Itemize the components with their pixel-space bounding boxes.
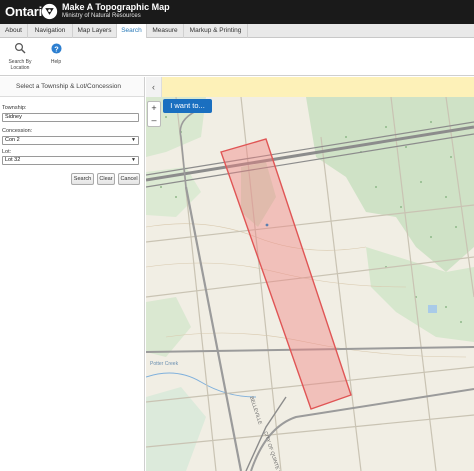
concession-label: Concession: (2, 128, 33, 134)
tab-navigation[interactable]: Navigation (28, 24, 73, 38)
panel-title: Select a Township & Lot/Concession (0, 77, 144, 97)
clear-button[interactable]: Clear (97, 173, 115, 185)
water-body (428, 305, 437, 313)
ribbon-toolbar: Search By Location ? Help (0, 38, 474, 76)
i-want-to-bar (162, 77, 474, 97)
app-window: Ontario Make A Topographic Map Ministry … (0, 0, 474, 471)
help-icon: ? (50, 43, 62, 54)
zoom-out-button[interactable]: – (148, 114, 160, 126)
lot-select[interactable]: Lot 32 ▼ (2, 156, 139, 165)
lot-label: Lot: (2, 149, 12, 155)
lot-value: Lot 32 (5, 157, 21, 163)
magnifier-icon (14, 42, 26, 54)
tab-about[interactable]: About (0, 24, 28, 38)
map-canvas: CITY OF QUINTE WEST BELLEVILLE Potter Cr… (146, 97, 474, 471)
i-want-to-button[interactable]: I want to... (163, 99, 212, 113)
search-by-location-button[interactable]: Search By Location (6, 41, 34, 71)
concession-value: Con 2 (5, 137, 20, 143)
topographic-map[interactable]: CITY OF QUINTE WEST BELLEVILLE Potter Cr… (146, 97, 474, 471)
collapse-panel-button[interactable]: ‹ (146, 77, 162, 97)
app-title: Make A Topographic Map (62, 2, 170, 12)
search-button[interactable]: Search (71, 173, 94, 185)
tab-bar: About Navigation Map Layers Search Measu… (0, 24, 474, 39)
app-subtitle: Ministry of Natural Resources (62, 13, 141, 19)
creek-label: Potter Creek (150, 361, 179, 367)
township-input[interactable]: Sidney (2, 113, 139, 122)
tab-markup-printing[interactable]: Markup & Printing (184, 24, 248, 38)
chevron-down-icon: ▼ (131, 137, 136, 143)
zoom-in-button[interactable]: + (148, 102, 160, 114)
zoom-control: + – (147, 101, 161, 127)
tab-measure[interactable]: Measure (147, 24, 184, 38)
help-button[interactable]: ? Help (47, 41, 65, 65)
tab-map-layers[interactable]: Map Layers (73, 24, 117, 38)
cancel-button[interactable]: Cancel (118, 173, 140, 185)
search-panel: Select a Township & Lot/Concession Towns… (0, 77, 145, 471)
concession-select[interactable]: Con 2 ▼ (2, 136, 139, 145)
township-label: Township: (2, 105, 27, 111)
ontario-trillium-icon (41, 3, 58, 20)
header-bar: Ontario Make A Topographic Map Ministry … (0, 0, 474, 24)
search-by-location-label-2: Location (10, 65, 30, 71)
chevron-down-icon: ▼ (131, 157, 136, 163)
tab-search[interactable]: Search (117, 24, 147, 39)
svg-text:?: ? (54, 44, 59, 53)
help-label: Help (50, 59, 62, 65)
lot-centroid-marker (265, 223, 269, 227)
